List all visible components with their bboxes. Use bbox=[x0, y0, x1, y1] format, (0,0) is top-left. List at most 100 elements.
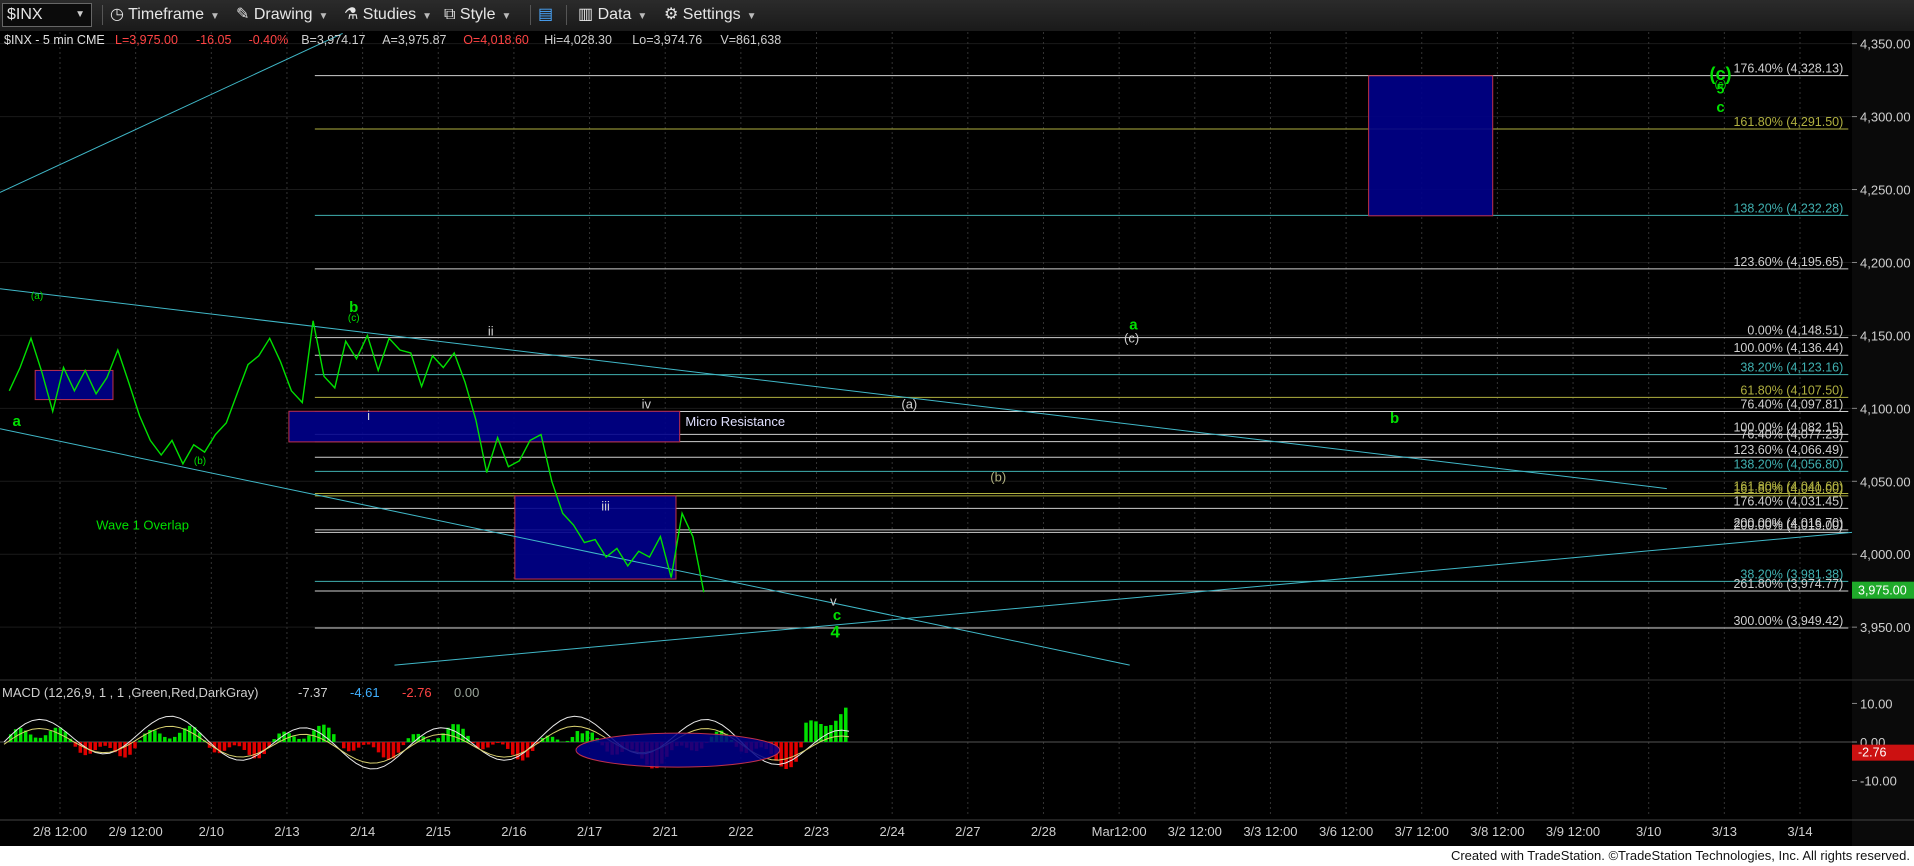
quote-value: -16.05 bbox=[196, 33, 231, 47]
y-tick-label: 3,950.00 bbox=[1860, 620, 1911, 635]
macd-histogram-bar bbox=[555, 739, 560, 742]
macd-histogram-bar bbox=[366, 742, 371, 745]
macd-histogram-bar bbox=[451, 724, 455, 742]
macd-histogram-bar bbox=[550, 736, 555, 742]
macd-histogram-bar bbox=[570, 736, 575, 742]
wave-label-white: iii bbox=[601, 498, 610, 513]
macd-histogram-bar bbox=[257, 742, 261, 759]
x-tick-label: 2/13 bbox=[274, 824, 299, 839]
macd-histogram-bar bbox=[98, 742, 102, 747]
wave-label-small: (c) bbox=[348, 313, 360, 324]
x-tick-label: 2/24 bbox=[880, 824, 905, 839]
macd-value: 0.00 bbox=[454, 685, 479, 700]
x-tick-label: 3/3 12:00 bbox=[1243, 824, 1297, 839]
x-tick-label: 3/10 bbox=[1636, 824, 1661, 839]
macd-histogram-bar bbox=[28, 734, 33, 742]
chart-background bbox=[0, 31, 1914, 846]
macd-histogram-bar bbox=[158, 733, 162, 742]
wave-label-white: (c) bbox=[1124, 331, 1139, 346]
wave-label-white: ii bbox=[488, 323, 494, 338]
support-box bbox=[514, 495, 677, 580]
macd-histogram-bar bbox=[381, 742, 386, 758]
fib-level-label: 161.80% (4,291.50) bbox=[1733, 115, 1843, 129]
fib-level-label: 176.40% (4,328.13) bbox=[1733, 62, 1843, 76]
macd-histogram-bar bbox=[153, 730, 157, 742]
macd-histogram-bar bbox=[108, 742, 112, 748]
macd-histogram-bar bbox=[232, 742, 237, 746]
macd-histogram-bar bbox=[376, 742, 381, 753]
micro-resistance-box bbox=[288, 410, 681, 443]
macd-histogram-bar bbox=[307, 735, 311, 742]
fib-level-label: 138.20% (4,056.80) bbox=[1733, 457, 1843, 471]
y-tick-label: 4,250.00 bbox=[1860, 183, 1911, 198]
macd-histogram-bar bbox=[262, 742, 266, 755]
macd-histogram-bar bbox=[138, 740, 142, 742]
fib-level-label: 176.40% (4,031.45) bbox=[1733, 494, 1843, 508]
wave-label-small: (b) bbox=[194, 456, 206, 467]
macd-histogram-bar bbox=[302, 738, 306, 742]
x-tick-label: 2/14 bbox=[350, 824, 375, 839]
wave-label: (c) bbox=[1710, 64, 1732, 84]
y-tick-label: 4,150.00 bbox=[1860, 328, 1911, 343]
macd-histogram-bar bbox=[317, 725, 321, 742]
quote-value: V=861,638 bbox=[720, 33, 781, 47]
copyright-text: Created with TradeStation. ©TradeStation… bbox=[1450, 848, 1910, 863]
wave-label-text: Wave 1 Overlap bbox=[96, 517, 189, 532]
macd-title: MACD (12,26,9, 1 , 1 ,Green,Red,DarkGray… bbox=[2, 685, 258, 700]
wave-label: c bbox=[1716, 99, 1724, 116]
fib-level-label: 76.40% (4,097.81) bbox=[1740, 398, 1843, 412]
macd-histogram-bar bbox=[168, 738, 172, 742]
macd-histogram-bar bbox=[481, 742, 485, 750]
fib-level-label: 0.00% (4,148.51) bbox=[1747, 324, 1843, 338]
macd-histogram-bar bbox=[361, 742, 366, 745]
fib-level-label: 100.00% (4,136.44) bbox=[1733, 341, 1843, 355]
y-tick-label: 4,200.00 bbox=[1860, 255, 1911, 270]
quote-value: -0.40% bbox=[249, 33, 289, 47]
macd-histogram-bar bbox=[511, 742, 515, 755]
macd-histogram-bar bbox=[789, 742, 793, 768]
macd-histogram-bar bbox=[809, 720, 813, 742]
x-tick-label: 2/22 bbox=[728, 824, 753, 839]
macd-histogram-bar bbox=[173, 736, 177, 742]
wave-label-white: (b) bbox=[990, 469, 1006, 484]
y-tick-label: 4,100.00 bbox=[1860, 401, 1911, 416]
macd-histogram-bar bbox=[247, 742, 252, 755]
macd-value: -7.37 bbox=[298, 685, 328, 700]
macd-last-value: -2.76 bbox=[1858, 746, 1887, 760]
macd-histogram-bar bbox=[426, 739, 430, 742]
x-tick-label: 3/8 12:00 bbox=[1470, 824, 1524, 839]
macd-divergence-ellipse bbox=[575, 732, 781, 768]
fib-level-label: 76.40% (4,077.23) bbox=[1740, 428, 1843, 442]
macd-tick-label: -10.00 bbox=[1860, 774, 1897, 789]
macd-histogram-bar bbox=[506, 742, 510, 749]
macd-histogram-bar bbox=[163, 736, 167, 742]
fib-level-label: 261.80% (3,974.77) bbox=[1733, 577, 1843, 591]
macd-histogram-bar bbox=[227, 742, 232, 748]
macd-value: -4.61 bbox=[350, 685, 380, 700]
macd-histogram-bar bbox=[799, 742, 803, 748]
x-tick-label: 3/14 bbox=[1787, 824, 1812, 839]
y-tick-label: 4,000.00 bbox=[1860, 547, 1911, 562]
x-tick-label: 2/21 bbox=[653, 824, 678, 839]
x-tick-label: 2/8 12:00 bbox=[33, 824, 87, 839]
x-tick-label: 3/6 12:00 bbox=[1319, 824, 1373, 839]
x-tick-label: 2/17 bbox=[577, 824, 602, 839]
wave-label-white: i bbox=[367, 408, 370, 423]
quote-value: L=3,975.00 bbox=[115, 33, 178, 47]
macd-value: -2.76 bbox=[402, 685, 432, 700]
macd-histogram-bar bbox=[565, 740, 570, 742]
fib-level-label: 123.60% (4,195.65) bbox=[1733, 255, 1843, 269]
price-chart[interactable]: 4,350.00 4,300.00 4,250.00 4,200.00 4,150.00… bbox=[0, 0, 1914, 846]
x-tick-label: 2/27 bbox=[955, 824, 980, 839]
macd-histogram-bar bbox=[575, 731, 580, 742]
macd-histogram-bar bbox=[406, 738, 411, 742]
macd-histogram-bar bbox=[585, 730, 590, 742]
wave-label: c bbox=[833, 607, 841, 624]
macd-histogram-bar bbox=[501, 742, 505, 745]
macd-histogram-bar bbox=[222, 742, 227, 751]
y-tick-label: 4,350.00 bbox=[1860, 37, 1911, 52]
macd-histogram-bar bbox=[88, 742, 92, 754]
macd-histogram-bar bbox=[401, 742, 406, 746]
macd-histogram-bar bbox=[48, 731, 53, 742]
wave-label: a bbox=[12, 413, 21, 430]
